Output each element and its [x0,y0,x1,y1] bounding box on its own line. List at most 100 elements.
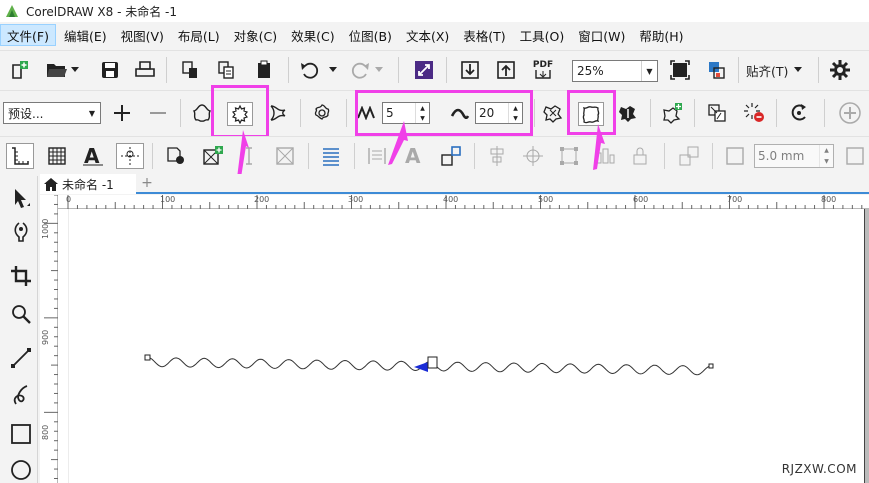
coreldraw-logo-icon [6,5,18,17]
shape-tool-icon[interactable] [7,218,35,246]
horizontal-ruler-ticks [67,195,863,209]
group-objects-icon[interactable] [438,143,464,169]
menu-tools[interactable]: 工具(O) [514,24,571,46]
rectangle-tool-icon[interactable] [7,420,35,448]
center-distortion-icon[interactable] [660,102,684,124]
drawing-canvas[interactable] [58,209,869,483]
convert-to-curves-icon[interactable] [786,102,812,124]
target-icon[interactable] [520,143,546,169]
grid-toggle-icon[interactable] [44,143,70,169]
publish-pdf-icon[interactable]: PDF [530,57,556,83]
ellipse-tool-icon[interactable] [7,456,35,483]
menu-effects[interactable]: 效果(C) [285,24,340,46]
open-folder-icon[interactable] [44,59,70,81]
paste-icon[interactable] [252,59,276,81]
freehand-tool-icon[interactable] [7,344,35,372]
pdf-label: PDF [532,60,554,70]
preset-dropdown-arrow-icon[interactable]: ▼ [84,103,100,123]
menu-layout[interactable]: 布局(L) [172,24,226,46]
clear-distortion-icon[interactable] [742,102,766,124]
place-image-icon[interactable] [200,143,226,169]
menu-view[interactable]: 视图(V) [115,24,170,46]
zoom-tool-icon[interactable] [7,300,35,328]
redo-icon[interactable] [348,59,372,81]
random-distortion-icon[interactable] [541,102,565,124]
h-ruler-label: 600 [633,195,649,204]
home-icon [44,177,58,191]
redo-dropdown-arrow-icon[interactable] [374,63,384,77]
add-property-icon[interactable] [836,100,864,126]
horizontal-ruler[interactable]: 0 100 200 300 400 500 600 700 800 [58,195,869,209]
menu-text[interactable]: 文本(X) [400,24,455,46]
standard-toolbar: PDF 25% ▼ 贴齐(T) [0,50,869,88]
preset-combo[interactable]: 预设... ▼ [3,102,101,124]
snap-to-dropdown[interactable]: 贴齐(T) [746,59,810,81]
v-ruler-label: 800 [41,424,50,440]
v-ruler-label: 900 [41,329,50,345]
guidelines-toggle-icon[interactable] [116,143,144,169]
open-dropdown-arrow-icon[interactable] [71,63,79,77]
align-objects-icon[interactable] [484,143,510,169]
undo-dropdown-arrow-icon[interactable] [328,63,338,77]
print-icon[interactable] [133,59,157,81]
menu-edit[interactable]: 编辑(E) [58,24,113,46]
end-node [708,363,714,369]
copy-icon[interactable] [214,59,238,81]
smooth-highlight-box [567,90,616,135]
bounding-box-icon[interactable] [556,143,582,169]
menu-bitmaps[interactable]: 位图(B) [343,24,398,46]
menu-table[interactable]: 表格(T) [457,24,511,46]
push-pull-distortion-icon[interactable] [310,102,334,124]
application-launcher-icon[interactable] [704,59,728,81]
new-document-icon[interactable] [8,59,32,81]
remove-preset-icon[interactable] [146,102,170,124]
undo-icon[interactable] [298,59,322,81]
vertical-ruler[interactable]: 1000 900 800 [40,195,58,483]
h-ruler-label: 300 [348,195,364,204]
outline-width-up-icon[interactable]: ▲ [820,145,833,156]
distribute-icon[interactable] [592,143,618,169]
copy-distortion-icon[interactable] [705,102,729,124]
artistic-media-tool-icon[interactable] [7,381,35,409]
menu-object[interactable]: 对象(C) [228,24,283,46]
options-gear-icon[interactable] [828,59,852,81]
lock-object-icon[interactable] [628,143,654,169]
canvas-drawing [144,354,714,376]
order-icon[interactable] [676,143,702,169]
lock-settings-icon[interactable] [163,143,189,169]
import-icon[interactable] [458,59,482,81]
outline-width-spinbox[interactable]: 5.0 mm ▲ ▼ [754,144,834,168]
cut-icon[interactable] [178,59,202,81]
snap-to-label: 贴齐(T) [746,63,789,79]
text-outline-icon[interactable]: A [400,143,426,169]
menu-file[interactable]: 文件(F) [0,24,56,46]
page-box-icon[interactable] [842,143,868,169]
title-bar: CorelDRAW X8 - 未命名 -1 [0,0,869,22]
text-a-icon[interactable]: A [80,143,106,169]
menu-window[interactable]: 窗口(W) [572,24,631,46]
h-ruler-label: 0 [66,195,72,204]
outline-box-icon[interactable] [722,143,748,169]
preset-value: 预设... [8,106,44,121]
text-cursor-icon[interactable] [236,143,262,169]
local-distortion-icon[interactable] [616,102,640,124]
add-document-tab-icon[interactable]: + [140,176,154,190]
rulers-toggle-icon[interactable] [6,143,34,169]
twister-distortion-icon[interactable] [266,102,290,124]
svg-text:A: A [84,145,100,167]
text-columns-icon[interactable] [364,143,390,169]
zoom-level-combo[interactable]: 25% ▼ [572,60,658,82]
document-tab[interactable]: 未命名 -1 [40,174,136,194]
menu-help[interactable]: 帮助(H) [633,24,689,46]
zoom-dropdown-arrow-icon[interactable]: ▼ [641,61,657,81]
pick-tool-icon[interactable] [7,184,35,212]
paragraph-text-icon[interactable] [318,143,344,169]
crop-tool-icon[interactable] [7,262,35,290]
save-icon[interactable] [98,59,122,81]
outline-width-down-icon[interactable]: ▼ [820,156,833,167]
search-content-icon[interactable] [412,59,436,81]
full-screen-preview-icon[interactable] [668,59,692,81]
frame-icon[interactable] [272,143,298,169]
export-icon[interactable] [494,59,518,81]
add-preset-icon[interactable] [110,102,134,124]
